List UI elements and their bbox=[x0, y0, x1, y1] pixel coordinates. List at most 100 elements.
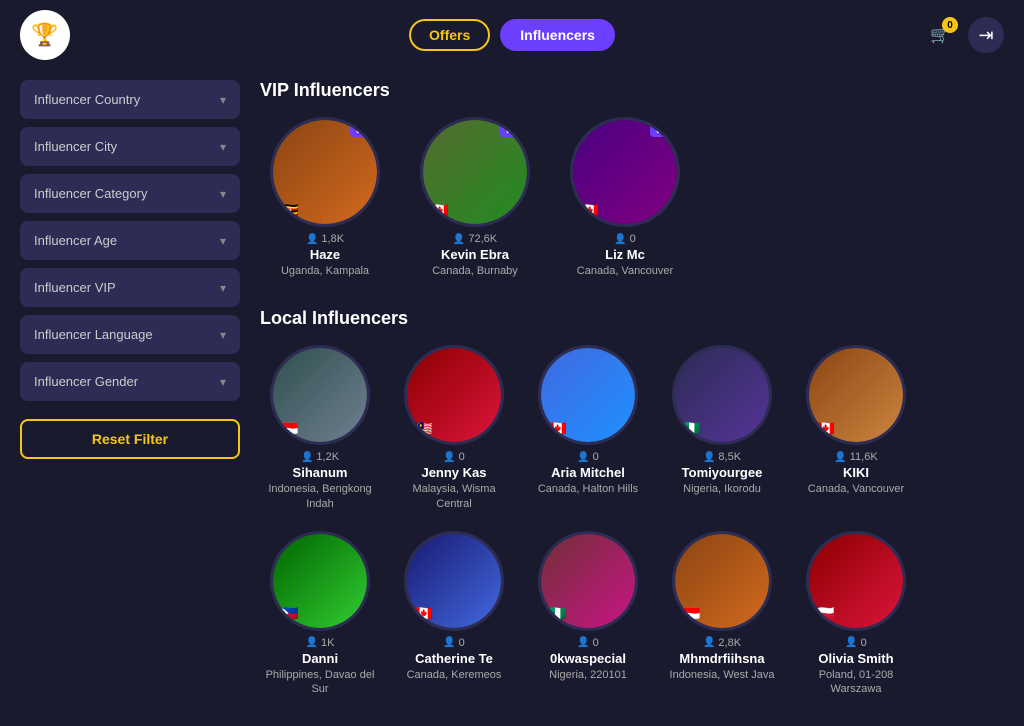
influencer-card[interactable]: 🇨🇦👤0Catherine TeCanada, Keremeos bbox=[394, 531, 514, 697]
avatar: 🇵🇭 bbox=[270, 531, 370, 631]
follower-count: 👤72,6K bbox=[453, 233, 497, 245]
follower-count: 👤0 bbox=[443, 451, 465, 463]
people-icon: 👤 bbox=[834, 452, 846, 463]
avatar: VIP 🇨🇦 bbox=[420, 117, 530, 227]
filter-city-label: Influencer City bbox=[34, 139, 117, 154]
flag-icon: 🇨🇦 bbox=[413, 606, 435, 622]
flag-icon: 🇮🇩 bbox=[681, 606, 703, 622]
people-icon: 👤 bbox=[306, 637, 318, 648]
influencer-location: Indonesia, Bengkong Indah bbox=[260, 482, 380, 511]
user-icon-button[interactable]: ⇥ bbox=[968, 17, 1004, 53]
influencer-card[interactable]: 🇮🇩 👤2,8K Mhmdrfiihsna Indonesia, West Java bbox=[662, 531, 782, 697]
flag-icon: 🇵🇭 bbox=[279, 606, 301, 622]
influencer-card[interactable]: 🇳🇬👤00kwaspecialNigeria, 220101 bbox=[528, 531, 648, 697]
people-icon: 👤 bbox=[703, 452, 715, 463]
influencer-card[interactable]: VIP 🇨🇦 👤72,6K Kevin Ebra Canada, Burnaby bbox=[410, 117, 540, 278]
influencer-name: Haze bbox=[310, 247, 340, 262]
chevron-down-icon: ▾ bbox=[220, 328, 226, 342]
filter-city[interactable]: Influencer City ▾ bbox=[20, 127, 240, 166]
influencer-card[interactable]: 🇨🇦👤0Aria MitchelCanada, Halton Hills bbox=[528, 345, 648, 511]
filter-category-label: Influencer Category bbox=[34, 186, 147, 201]
vip-influencers-row: VIP🇺🇬👤1,8KHazeUganda, KampalaVIP🇨🇦👤72,6K… bbox=[260, 117, 1004, 278]
flag-icon: 🇳🇬 bbox=[681, 420, 703, 436]
influencer-name: Sihanum bbox=[293, 465, 348, 480]
people-icon: 👤 bbox=[577, 637, 589, 648]
influencer-location: Canada, Burnaby bbox=[432, 264, 518, 278]
filter-category[interactable]: Influencer Category ▾ bbox=[20, 174, 240, 213]
tab-offers[interactable]: Offers bbox=[409, 19, 490, 51]
vip-section-title: VIP Influencers bbox=[260, 80, 1004, 101]
people-icon: 👤 bbox=[577, 452, 589, 463]
influencer-card[interactable]: 🇵🇱👤0Olivia SmithPoland, 01-208 Warszawa bbox=[796, 531, 916, 697]
flag-icon: 🇮🇩 bbox=[279, 420, 301, 436]
influencer-name: 0kwaspecial bbox=[550, 651, 626, 666]
flag-icon: 🇨🇦 bbox=[547, 420, 569, 436]
flag-icon: 🇳🇬 bbox=[547, 606, 569, 622]
filter-gender[interactable]: Influencer Gender ▾ bbox=[20, 362, 240, 401]
influencer-location: Nigeria, Ikorodu bbox=[683, 482, 761, 496]
avatar: 🇨🇦 bbox=[538, 345, 638, 445]
follower-count: 👤0 bbox=[845, 637, 867, 649]
flag-icon: 🇨🇦 bbox=[429, 202, 451, 218]
people-icon: 👤 bbox=[443, 452, 455, 463]
avatar: 🇳🇬 bbox=[672, 345, 772, 445]
vip-badge: VIP bbox=[350, 124, 373, 137]
influencer-name: Jenny Kas bbox=[421, 465, 486, 480]
influencer-location: Philippines, Davao del Sur bbox=[260, 668, 380, 697]
avatar: 🇳🇬 bbox=[538, 531, 638, 631]
influencer-name: Mhmdrfiihsna bbox=[679, 651, 764, 666]
filter-vip[interactable]: Influencer VIP ▾ bbox=[20, 268, 240, 307]
main-layout: Influencer Country ▾ Influencer City ▾ I… bbox=[0, 70, 1024, 726]
follower-count: 👤11,6K bbox=[834, 451, 877, 463]
influencer-name: Olivia Smith bbox=[818, 651, 893, 666]
influencer-location: Uganda, Kampala bbox=[281, 264, 369, 278]
vip-badge: VIP bbox=[650, 124, 673, 137]
local-section: Local Influencers 🇮🇩👤1,2KSihanumIndonesi… bbox=[260, 308, 1004, 696]
people-icon: 👤 bbox=[614, 234, 626, 245]
follower-count: 👤8,5K bbox=[703, 451, 741, 463]
filter-vip-label: Influencer VIP bbox=[34, 280, 116, 295]
influencer-card[interactable]: 🇮🇩 👤1,2K Sihanum Indonesia, Bengkong Indah bbox=[260, 345, 380, 511]
influencer-card[interactable]: 🇲🇾👤0Jenny KasMalaysia, Wisma Central bbox=[394, 345, 514, 511]
content-area: VIP Influencers VIP🇺🇬👤1,8KHazeUganda, Ka… bbox=[260, 80, 1004, 716]
follower-count: 👤1,2K bbox=[301, 451, 339, 463]
flag-icon: 🇨🇦 bbox=[815, 420, 837, 436]
influencer-location: Canada, Vancouver bbox=[808, 482, 904, 496]
header: 🏆 Offers Influencers 🛒 0 ⇥ bbox=[0, 0, 1024, 70]
follower-count: 👤1K bbox=[306, 637, 335, 649]
filter-age[interactable]: Influencer Age ▾ bbox=[20, 221, 240, 260]
filter-language[interactable]: Influencer Language ▾ bbox=[20, 315, 240, 354]
tab-influencers[interactable]: Influencers bbox=[500, 19, 615, 51]
reset-filter-button[interactable]: Reset Filter bbox=[20, 419, 240, 459]
influencer-name: Danni bbox=[302, 651, 338, 666]
logo[interactable]: 🏆 bbox=[20, 10, 70, 60]
flag-icon: 🇵🇱 bbox=[815, 606, 837, 622]
cart-badge: 0 bbox=[942, 17, 958, 33]
chevron-down-icon: ▾ bbox=[220, 281, 226, 295]
chevron-down-icon: ▾ bbox=[220, 234, 226, 248]
influencer-name: Kevin Ebra bbox=[441, 247, 509, 262]
influencer-location: Indonesia, West Java bbox=[670, 668, 775, 682]
influencer-location: Canada, Vancouver bbox=[577, 264, 673, 278]
people-icon: 👤 bbox=[453, 234, 465, 245]
cart-button[interactable]: 🛒 0 bbox=[922, 17, 958, 53]
influencer-name: Liz Mc bbox=[605, 247, 645, 262]
influencer-card[interactable]: VIP🇨🇦👤0Liz McCanada, Vancouver bbox=[560, 117, 690, 278]
follower-count: 👤2,8K bbox=[703, 637, 741, 649]
influencer-card[interactable]: 🇳🇬👤8,5KTomiyourgeeNigeria, Ikorodu bbox=[662, 345, 782, 511]
follower-count: 👤0 bbox=[614, 233, 636, 245]
influencer-card[interactable]: VIP🇺🇬👤1,8KHazeUganda, Kampala bbox=[260, 117, 390, 278]
vip-badge: VIP bbox=[500, 124, 523, 137]
chevron-down-icon: ▾ bbox=[220, 140, 226, 154]
local-row-1: 🇮🇩👤1,2KSihanumIndonesia, Bengkong Indah🇲… bbox=[260, 345, 1004, 511]
avatar: 🇮🇩 bbox=[270, 345, 370, 445]
influencer-name: Aria Mitchel bbox=[551, 465, 625, 480]
influencer-card[interactable]: 🇵🇭 👤1K Danni Philippines, Davao del Sur bbox=[260, 531, 380, 697]
influencer-name: KIKI bbox=[843, 465, 869, 480]
people-icon: 👤 bbox=[306, 234, 318, 245]
avatar: 🇨🇦 bbox=[404, 531, 504, 631]
people-icon: 👤 bbox=[703, 637, 715, 648]
influencer-card[interactable]: 🇨🇦 👤11,6K KIKI Canada, Vancouver bbox=[796, 345, 916, 511]
filter-country[interactable]: Influencer Country ▾ bbox=[20, 80, 240, 119]
follower-count: 👤0 bbox=[577, 637, 599, 649]
